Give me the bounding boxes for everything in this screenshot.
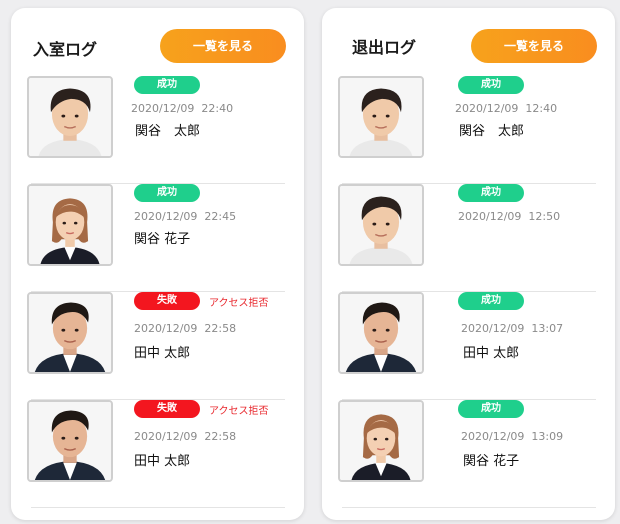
person-name: 関谷 太郎 xyxy=(459,124,525,139)
entry-log-item[interactable]: 成功 2020/12/09 22:45 関谷 花子 xyxy=(27,184,285,292)
person-name: 田中 太郎 xyxy=(134,454,191,469)
status-badge: 成功 xyxy=(458,400,524,418)
status-badge: 成功 xyxy=(134,76,200,94)
male-portrait-1-avatar xyxy=(27,76,113,158)
entry-log-item[interactable]: 失敗 アクセス拒否 2020/12/09 22:58 田中 太郎 xyxy=(27,400,285,508)
log-datetime: 2020/12/09 13:09 xyxy=(461,430,564,443)
exit-log-item[interactable]: 成功 2020/12/09 12:50 xyxy=(338,184,596,292)
status-badge: 成功 xyxy=(458,184,524,202)
exit-log-item[interactable]: 成功 2020/12/09 12:40 関谷 太郎 xyxy=(338,76,596,184)
exit-log-item[interactable]: 成功 2020/12/09 13:09 関谷 花子 xyxy=(338,400,596,508)
row-divider xyxy=(342,507,596,508)
log-datetime: 2020/12/09 12:50 xyxy=(458,210,561,223)
entry-log-panel: 入室ログ 一覧を見る 成功 2020/12/09 22:40 関谷 太郎 成功 … xyxy=(11,8,304,520)
log-datetime: 2020/12/09 13:07 xyxy=(461,322,564,335)
male-portrait-2-avatar xyxy=(27,292,113,374)
female-portrait-avatar xyxy=(27,184,113,266)
status-badge: 失敗 xyxy=(134,292,200,310)
entry-log-title: 入室ログ xyxy=(33,40,98,59)
exit-log-item[interactable]: 成功 2020/12/09 13:07 田中 太郎 xyxy=(338,292,596,400)
status-badge: 成功 xyxy=(134,184,200,202)
status-badge: 成功 xyxy=(458,76,524,94)
person-name: 田中 太郎 xyxy=(134,346,191,361)
log-datetime: 2020/12/09 22:45 xyxy=(134,210,237,223)
log-datetime: 2020/12/09 22:58 xyxy=(134,430,237,443)
log-datetime: 2020/12/09 12:40 xyxy=(455,102,558,115)
entry-log-view-all-button[interactable]: 一覧を見る xyxy=(160,29,286,63)
row-divider xyxy=(31,507,285,508)
person-name: 関谷 花子 xyxy=(463,454,520,469)
person-name: 田中 太郎 xyxy=(463,346,520,361)
male-portrait-2-avatar xyxy=(27,400,113,482)
female-portrait-avatar xyxy=(338,400,424,482)
male-portrait-1-avatar xyxy=(338,184,424,266)
person-name: 関谷 太郎 xyxy=(135,124,201,139)
log-datetime: 2020/12/09 22:40 xyxy=(131,102,234,115)
exit-log-panel: 退出ログ 一覧を見る 成功 2020/12/09 12:40 関谷 太郎 成功 … xyxy=(322,8,615,520)
entry-log-item[interactable]: 成功 2020/12/09 22:40 関谷 太郎 xyxy=(27,76,285,184)
log-datetime: 2020/12/09 22:58 xyxy=(134,322,237,335)
status-badge: 失敗 xyxy=(134,400,200,418)
status-badge: 成功 xyxy=(458,292,524,310)
exit-log-title: 退出ログ xyxy=(352,38,417,57)
exit-log-view-all-button[interactable]: 一覧を見る xyxy=(471,29,597,63)
failure-reason: アクセス拒否 xyxy=(209,406,269,417)
male-portrait-1-avatar xyxy=(338,76,424,158)
male-portrait-2-avatar xyxy=(338,292,424,374)
failure-reason: アクセス拒否 xyxy=(209,298,269,309)
person-name: 関谷 花子 xyxy=(134,232,191,247)
entry-log-item[interactable]: 失敗 アクセス拒否 2020/12/09 22:58 田中 太郎 xyxy=(27,292,285,400)
